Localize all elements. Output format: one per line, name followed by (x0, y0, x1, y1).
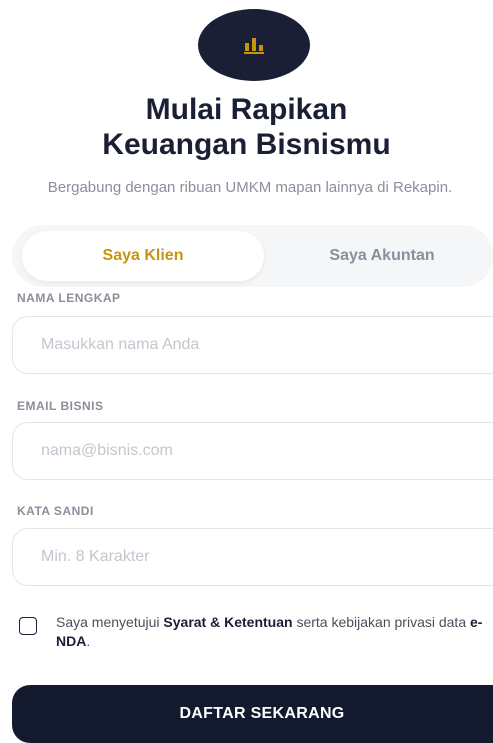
title-line-1: Mulai Rapikan (145, 93, 348, 126)
terms-link[interactable]: Syarat & Ketentuan (163, 614, 292, 630)
consent-suffix: . (86, 633, 91, 649)
terms-checkbox[interactable] (19, 617, 37, 635)
tab-saya-klien[interactable]: Saya Klien (22, 231, 264, 281)
page-subtitle: Bergabung dengan ribuan UMKM mapan lainn… (47, 179, 453, 196)
tab-saya-akuntan[interactable]: Saya Akuntan (282, 231, 482, 281)
terms-consent-text: Saya menyetujui Syarat & Ketentuan serta… (56, 613, 486, 651)
title-line-2: Keuangan Bisnismu (102, 128, 391, 161)
bar-chart-icon (244, 38, 264, 54)
email-input[interactable] (12, 422, 493, 480)
name-input[interactable] (12, 316, 493, 374)
consent-prefix: Saya menyetujui (56, 614, 164, 630)
name-field-label: NAMA LENGKAP (17, 291, 121, 305)
register-button[interactable]: DAFTAR SEKARANG (12, 685, 493, 743)
app-logo (198, 9, 310, 81)
email-field-label: EMAIL BISNIS (17, 399, 104, 413)
password-field-label: KATA SANDI (17, 504, 94, 518)
consent-middle: serta kebijakan privasi data (292, 614, 470, 630)
role-segmented-control: Saya Klien Saya Akuntan (12, 225, 493, 287)
page-title: Mulai Rapikan Keuangan Bisnismu (0, 92, 493, 162)
password-input[interactable] (12, 528, 493, 586)
